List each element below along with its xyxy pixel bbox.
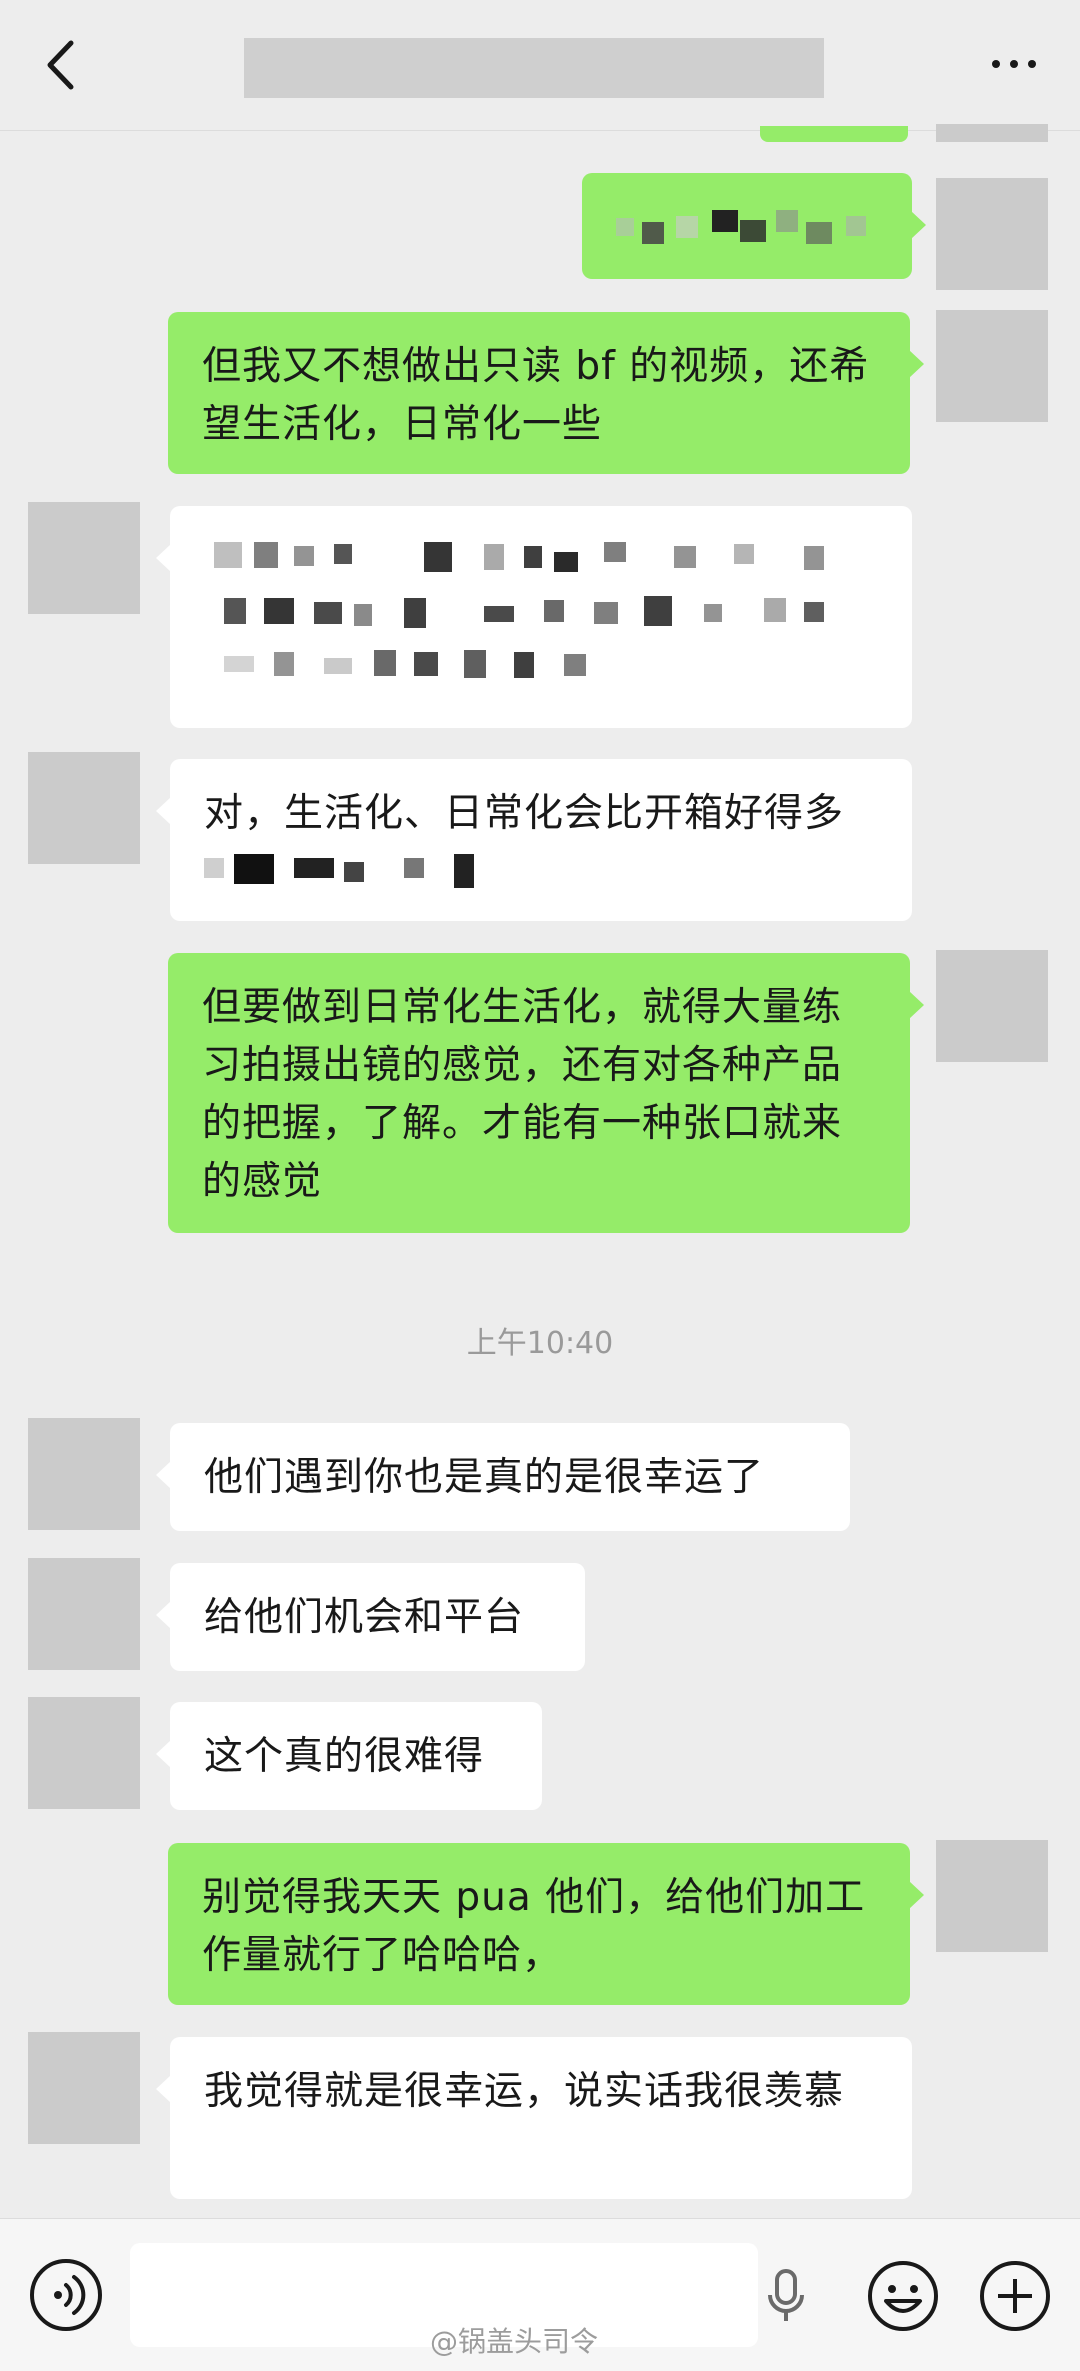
avatar[interactable] — [28, 1558, 140, 1670]
avatar[interactable] — [28, 1418, 140, 1530]
more-dots-icon[interactable] — [974, 34, 1054, 94]
emoji-icon[interactable] — [866, 2259, 940, 2333]
message-text: 这个真的很难得 — [204, 1734, 485, 1779]
avatar[interactable] — [28, 2032, 140, 2144]
avatar[interactable] — [936, 310, 1048, 422]
watermark: @锅盖头司令 — [430, 2325, 599, 2358]
message-bubble[interactable]: 给他们机会和平台 — [156, 1563, 585, 1671]
message-bubble[interactable]: 对，生活化、日常化会比开箱好得多 — [156, 759, 912, 921]
message-text: 但要做到日常化生活化，就得大量练习拍摄出镜的感觉，还有对各种产品的把握，了解。才… — [202, 985, 843, 1204]
message-timestamp: 上午10:40 — [466, 1326, 614, 1361]
message-text: 别觉得我天天 pua 他们，给他们加工作量就行了哈哈哈， — [202, 1875, 866, 1978]
chat-header — [0, 0, 1080, 131]
message-text: 对，生活化、日常化会比开箱好得多 — [204, 791, 845, 836]
message-text: 但我又不想做出只读 bf 的视频，还希望生活化，日常化一些 — [202, 344, 870, 447]
avatar[interactable] — [936, 124, 1048, 142]
voice-input-icon[interactable] — [30, 2259, 102, 2331]
message-text: 我觉得就是很幸运，说实话我很羡慕 — [204, 2069, 845, 2114]
pixelated-text — [214, 542, 824, 678]
avatar[interactable] — [936, 178, 1048, 290]
plus-icon[interactable] — [978, 2259, 1052, 2333]
message-bubble[interactable]: 我觉得就是很幸运，说实话我很羡慕 — [156, 2037, 912, 2199]
avatar[interactable] — [28, 1697, 140, 1809]
message-text: 他们遇到你也是真的是很幸运了 — [204, 1455, 765, 1500]
message-bubble[interactable] — [156, 506, 912, 728]
pixelated-text — [616, 209, 866, 244]
message-bubble[interactable] — [582, 173, 926, 279]
chat-title-redacted — [244, 38, 824, 98]
avatar[interactable] — [28, 502, 140, 614]
message-text: 给他们机会和平台 — [204, 1595, 525, 1640]
avatar[interactable] — [936, 1840, 1048, 1952]
message-bubble[interactable]: 他们遇到你也是真的是很幸运了 — [156, 1423, 850, 1531]
avatar[interactable] — [28, 752, 140, 864]
chevron-left-icon[interactable] — [30, 30, 90, 100]
avatar[interactable] — [936, 950, 1048, 1062]
message-bubble[interactable]: 但要做到日常化生活化，就得大量练习拍摄出镜的感觉，还有对各种产品的把握，了解。才… — [168, 953, 924, 1233]
microphone-icon[interactable] — [766, 2267, 806, 2327]
pixelated-text — [204, 853, 474, 888]
message-bubble[interactable]: 但我又不想做出只读 bf 的视频，还希望生活化，日常化一些 — [168, 312, 924, 474]
message-bubble[interactable]: 这个真的很难得 — [156, 1702, 542, 1810]
message-bubble[interactable]: 别觉得我天天 pua 他们，给他们加工作量就行了哈哈哈， — [168, 1843, 924, 2005]
